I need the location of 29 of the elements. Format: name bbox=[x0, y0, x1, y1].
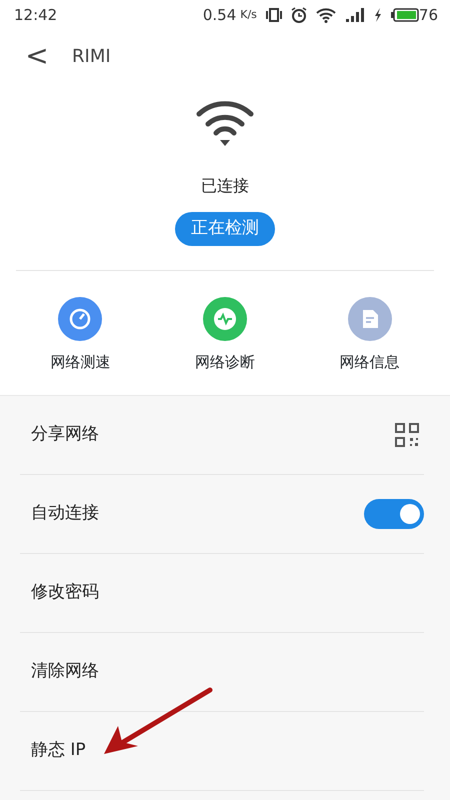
settings-row[interactable]: 修改密码 bbox=[20, 554, 424, 633]
settings-row[interactable]: 自动连接 bbox=[20, 475, 424, 554]
battery-icon bbox=[390, 8, 419, 22]
signal-icon bbox=[344, 8, 365, 22]
network-speed: 0.54 bbox=[202, 4, 236, 26]
qr-code-icon bbox=[395, 423, 419, 447]
charging-icon bbox=[374, 8, 382, 22]
settings-row[interactable]: 分享网络 bbox=[20, 396, 424, 475]
vibrate-icon bbox=[266, 8, 282, 22]
connection-status: 已连接 bbox=[201, 175, 249, 197]
setting-label: 静态 IP bbox=[31, 739, 86, 762]
clock-time: 12:42 bbox=[14, 4, 58, 26]
speed-unit: K/s bbox=[240, 6, 257, 23]
back-button[interactable]: < bbox=[22, 42, 52, 70]
action-button[interactable]: 网络测速 bbox=[8, 296, 153, 373]
alarm-icon bbox=[290, 7, 307, 23]
wifi-icon bbox=[195, 100, 255, 148]
wifi-icon bbox=[316, 8, 336, 22]
toggle-switch[interactable] bbox=[364, 499, 424, 529]
setting-label: 分享网络 bbox=[31, 423, 99, 446]
settings-row[interactable]: 清除网络 bbox=[20, 633, 424, 712]
network-name: RIMI bbox=[72, 44, 111, 68]
action-button[interactable]: 网络诊断 bbox=[152, 296, 298, 373]
setting-label: 清除网络 bbox=[31, 660, 99, 684]
detect-button[interactable]: 正在检测 bbox=[175, 212, 275, 246]
battery-percent: 76 bbox=[418, 4, 438, 26]
setting-label: 修改密码 bbox=[31, 581, 99, 604]
setting-label: 自动连接 bbox=[31, 502, 99, 526]
action-button[interactable]: 网络信息 bbox=[297, 296, 442, 373]
